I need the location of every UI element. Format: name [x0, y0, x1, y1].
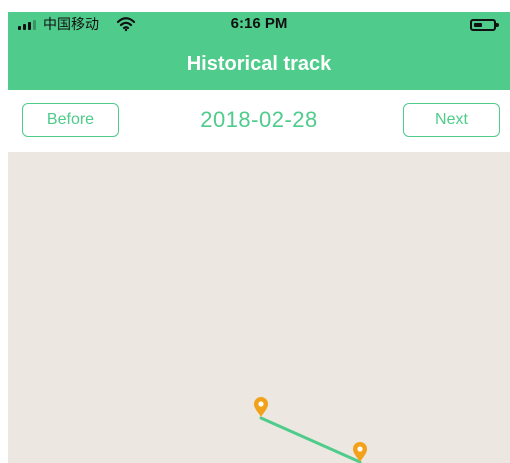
start-location-pin-icon[interactable]: [254, 397, 268, 417]
next-button[interactable]: Next: [403, 103, 500, 137]
battery-level: [474, 23, 482, 27]
track-map[interactable]: [8, 152, 510, 463]
status-bar: 中国移动 6:16 PM: [8, 12, 510, 37]
status-time: 6:16 PM: [230, 15, 288, 32]
track-route: [259, 416, 362, 463]
battery-icon: [470, 19, 499, 31]
page-title: Historical track: [186, 53, 332, 75]
track-map-canvas: [254, 397, 367, 463]
app-header: 中国移动 6:16 PM Historical track: [8, 12, 510, 90]
historical-track-screen: 中国移动 6:16 PM Historical track Before 201…: [8, 12, 510, 463]
date-navigation: Before 2018-02-28 Next: [8, 90, 510, 150]
